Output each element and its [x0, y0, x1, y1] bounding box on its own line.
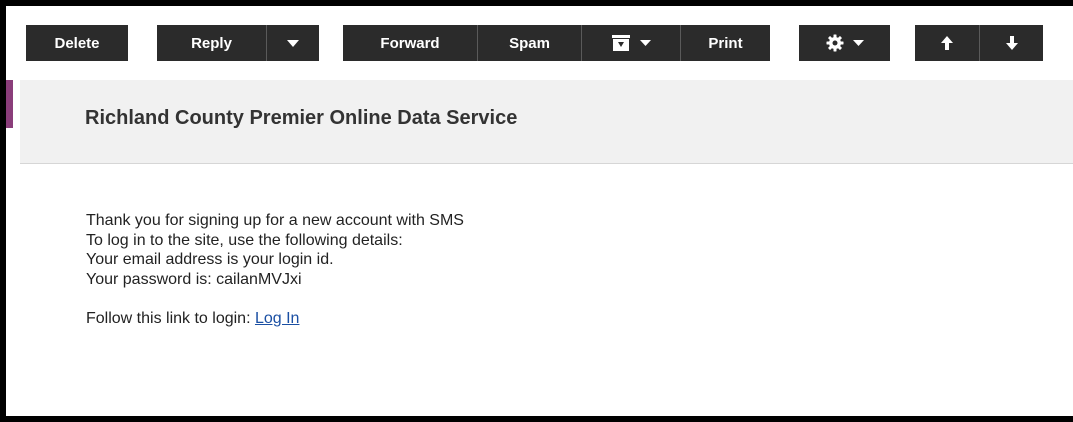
delete-label: Delete	[54, 34, 100, 52]
message-subject: Richland County Premier Online Data Serv…	[85, 107, 518, 129]
chevron-down-icon	[640, 40, 651, 46]
login-line: Follow this link to login: Log In	[86, 309, 464, 329]
spam-label: Spam	[509, 34, 550, 52]
body-line: To log in to the site, use the following…	[86, 231, 403, 249]
spam-button[interactable]: Spam	[477, 25, 581, 61]
message-header: Richland County Premier Online Data Serv…	[20, 80, 1073, 164]
unread-accent-bar	[6, 80, 13, 128]
body-line: Your email address is your login id.	[86, 251, 334, 268]
reply-options-button[interactable]	[266, 25, 319, 61]
print-label: Print	[708, 34, 743, 52]
body-line: Your password is: cailanMVJxi	[86, 270, 302, 288]
gear-icon	[826, 34, 843, 52]
archive-box-icon	[612, 35, 630, 51]
forward-button[interactable]: Forward	[343, 25, 477, 61]
chevron-down-icon	[287, 39, 299, 47]
reply-group: Reply	[157, 25, 319, 61]
reply-label: Reply	[191, 34, 232, 52]
delete-group: Delete	[26, 25, 128, 61]
delete-button[interactable]: Delete	[26, 25, 128, 61]
next-message-button[interactable]	[979, 25, 1043, 61]
chevron-down-icon	[852, 40, 864, 46]
print-button[interactable]: Print	[680, 25, 770, 61]
move-to-folder-button[interactable]	[581, 25, 680, 61]
login-link[interactable]: Log In	[255, 310, 299, 327]
body-line: Thank you for signing up for a new accou…	[86, 212, 464, 229]
message-body: Thank you for signing up for a new accou…	[86, 211, 464, 329]
arrow-down-icon	[1005, 36, 1018, 50]
follow-link-text: Follow this link to login:	[86, 310, 255, 327]
navigation-group	[915, 25, 1043, 61]
arrow-up-icon	[941, 36, 953, 50]
reply-button[interactable]: Reply	[157, 25, 266, 61]
message-toolbar: Delete Reply Forward Spam Print	[6, 6, 1073, 80]
settings-group	[799, 25, 890, 61]
settings-button[interactable]	[799, 25, 890, 61]
forward-label: Forward	[380, 34, 440, 52]
previous-message-button[interactable]	[915, 25, 979, 61]
actions-group: Forward Spam Print	[343, 25, 770, 61]
email-viewer: Delete Reply Forward Spam Print Richland…	[6, 6, 1073, 416]
